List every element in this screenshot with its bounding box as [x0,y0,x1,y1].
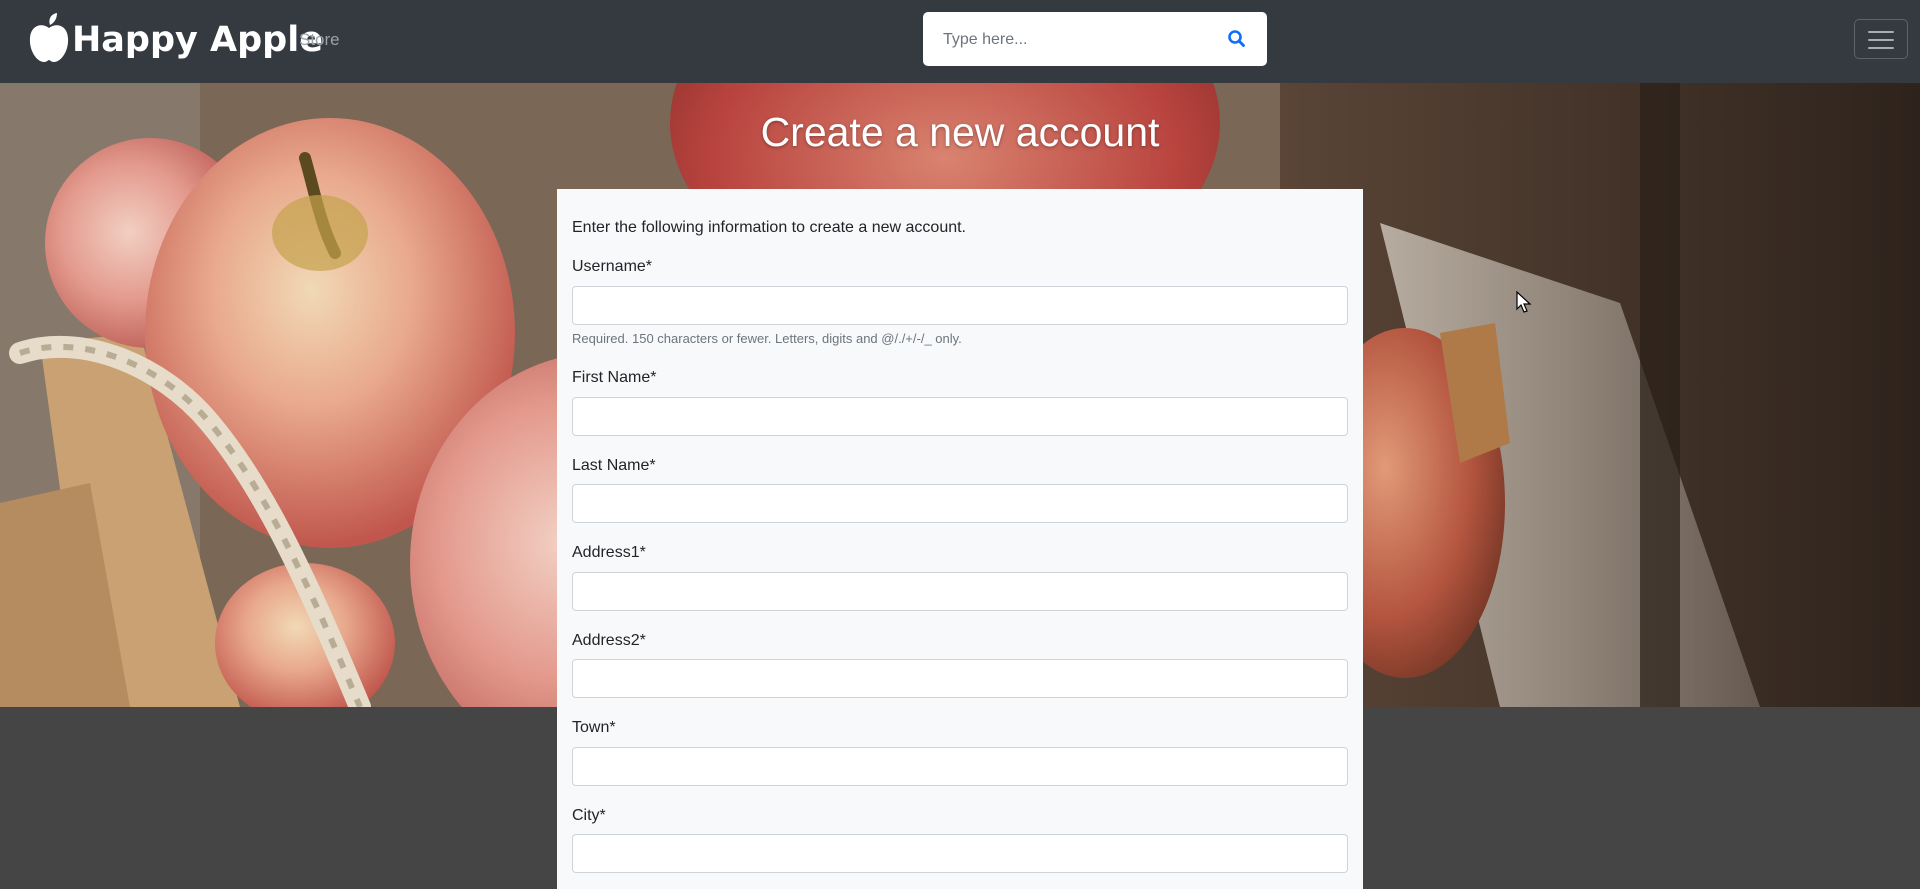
town-label: Town* [572,719,616,736]
address1-field[interactable] [572,572,1348,611]
last-name-field[interactable] [572,484,1348,523]
username-help-text: Required. 150 characters or fewer. Lette… [572,331,962,346]
address2-field[interactable] [572,659,1348,698]
address2-label: Address2* [572,632,646,649]
username-field[interactable] [572,286,1348,325]
city-field[interactable] [572,834,1348,873]
city-label: City* [572,807,606,824]
navbar: Happy Apple Store [0,0,1920,83]
search-input[interactable] [941,12,1205,68]
brand-link[interactable]: Happy Apple [28,12,323,68]
first-name-label: First Name* [572,369,657,386]
brand-name: Happy Apple [72,20,323,60]
mouse-cursor-icon [1516,291,1532,313]
search-box [923,12,1267,68]
first-name-field[interactable] [572,397,1348,436]
last-name-label: Last Name* [572,457,656,474]
signup-form-card: Enter the following information to creat… [557,189,1363,889]
search-icon[interactable] [1225,27,1249,51]
address1-label: Address1* [572,544,646,561]
page-title: Create a new account [760,109,1160,155]
hamburger-menu-icon[interactable] [1854,19,1908,59]
town-field[interactable] [572,747,1348,786]
username-label: Username* [572,258,653,275]
form-intro-text: Enter the following information to creat… [572,219,966,236]
nav-store-link[interactable]: Store [299,30,340,50]
apple-icon [28,12,70,68]
